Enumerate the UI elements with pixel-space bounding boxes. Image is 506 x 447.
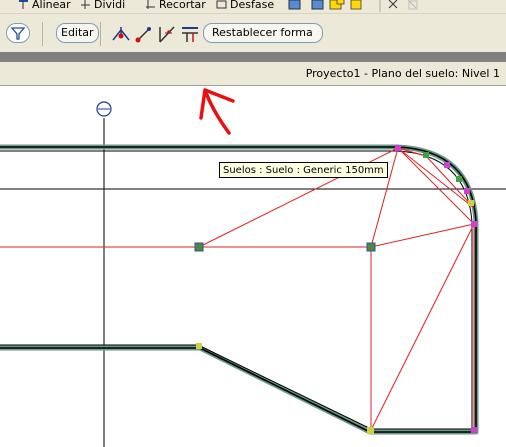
drawing-canvas[interactable]	[0, 86, 506, 447]
shape-points[interactable]	[194, 145, 477, 434]
split-icon	[80, 0, 91, 10]
toolbar-divider	[0, 52, 506, 62]
reset-shape-tool-button[interactable]	[179, 23, 201, 45]
align-tool[interactable]: Alinear	[18, 0, 71, 12]
modify-toolbar: Alinear Dividir Recortar Desfase	[0, 0, 506, 14]
edit-toolbar: Editar Restablecer forma	[0, 14, 506, 52]
offset-icon	[216, 0, 227, 10]
separator	[100, 22, 101, 46]
add-split-line-icon	[135, 27, 151, 43]
annotation-arrow	[199, 88, 235, 135]
view-title: Proyecto1 - Plano del suelo: Nivel 1	[305, 67, 500, 80]
filter-button[interactable]	[6, 23, 30, 43]
add-point-icon	[112, 27, 130, 41]
reset-shape-icon	[182, 27, 198, 42]
align-label: Alinear	[32, 0, 71, 11]
add-point-button[interactable]	[110, 23, 132, 45]
split-tool[interactable]: Dividir	[80, 0, 126, 12]
offset-label: Desfase	[230, 0, 275, 11]
split-label: Dividir	[94, 0, 126, 11]
trim-icon	[145, 0, 156, 10]
trim-label: Recortar	[159, 0, 206, 11]
floor-slab[interactable]	[0, 144, 479, 435]
align-icon	[18, 0, 29, 10]
pick-supports-icon	[159, 26, 175, 43]
separator	[42, 22, 43, 46]
offset-tool[interactable]: Desfase	[216, 0, 274, 12]
filter-icon	[10, 27, 26, 40]
reset-shape-button[interactable]: Restablecer forma	[203, 23, 323, 43]
add-split-line-button[interactable]	[133, 23, 155, 45]
modify-icons-group[interactable]	[285, 0, 506, 13]
trim-tool[interactable]: Recortar	[145, 0, 206, 12]
sketch-lines	[0, 147, 475, 431]
element-tooltip: Suelos : Suelo : Generic 150mm	[219, 162, 388, 178]
view-title-bar: Proyecto1 - Plano del suelo: Nivel 1	[0, 62, 506, 86]
pick-supports-button[interactable]	[156, 23, 178, 45]
edit-button[interactable]: Editar	[56, 23, 99, 43]
